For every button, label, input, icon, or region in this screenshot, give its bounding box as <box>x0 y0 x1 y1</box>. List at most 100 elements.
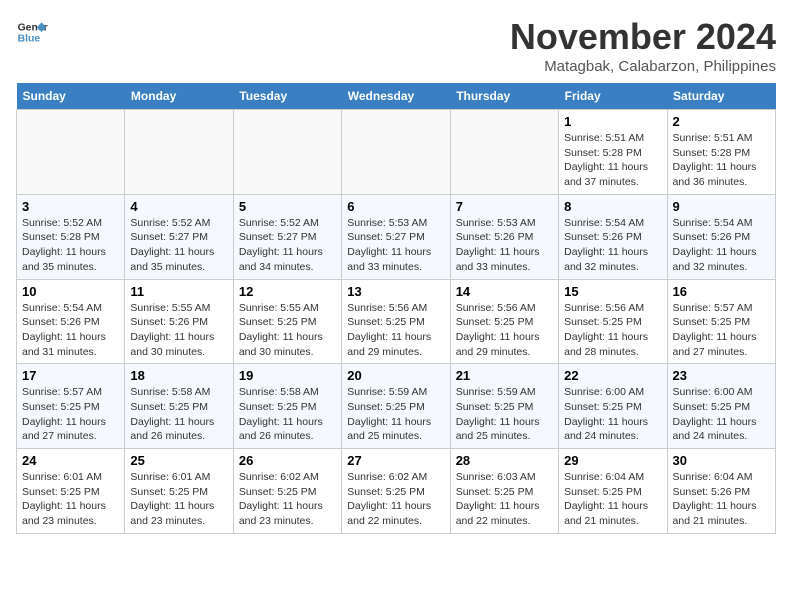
calendar-cell: 7 Sunrise: 5:53 AM Sunset: 5:26 PM Daylig… <box>450 194 558 279</box>
day-number: 17 <box>22 368 119 383</box>
day-info: Sunrise: 6:03 AM Sunset: 5:25 PM Dayligh… <box>456 470 553 529</box>
calendar-cell: 9 Sunrise: 5:54 AM Sunset: 5:26 PM Daylig… <box>667 194 775 279</box>
day-info: Sunrise: 6:01 AM Sunset: 5:25 PM Dayligh… <box>130 470 227 529</box>
calendar-table: SundayMondayTuesdayWednesdayThursdayFrid… <box>16 83 776 534</box>
day-number: 3 <box>22 199 119 214</box>
day-info: Sunrise: 5:53 AM Sunset: 5:27 PM Dayligh… <box>347 216 444 275</box>
weekday-header-row: SundayMondayTuesdayWednesdayThursdayFrid… <box>17 83 776 110</box>
calendar-cell: 11 Sunrise: 5:55 AM Sunset: 5:26 PM Dayli… <box>125 279 233 364</box>
day-number: 23 <box>673 368 770 383</box>
day-number: 28 <box>456 453 553 468</box>
logo-icon: General Blue <box>16 16 48 48</box>
day-number: 10 <box>22 284 119 299</box>
calendar-week-2: 10 Sunrise: 5:54 AM Sunset: 5:26 PM Dayli… <box>17 279 776 364</box>
day-info: Sunrise: 5:58 AM Sunset: 5:25 PM Dayligh… <box>130 385 227 444</box>
day-number: 16 <box>673 284 770 299</box>
calendar-cell: 29 Sunrise: 6:04 AM Sunset: 5:25 PM Dayli… <box>559 449 667 534</box>
day-number: 14 <box>456 284 553 299</box>
day-number: 30 <box>673 453 770 468</box>
day-info: Sunrise: 6:00 AM Sunset: 5:25 PM Dayligh… <box>564 385 661 444</box>
title-block: November 2024 Matagbak, Calabarzon, Phil… <box>510 16 776 75</box>
calendar-cell: 14 Sunrise: 5:56 AM Sunset: 5:25 PM Dayli… <box>450 279 558 364</box>
calendar-cell: 13Sunrise: 5:56 AM Sunset: 5:25 PM Dayli… <box>342 279 450 364</box>
calendar-cell: 6 Sunrise: 5:53 AM Sunset: 5:27 PM Daylig… <box>342 194 450 279</box>
day-info: Sunrise: 5:56 AM Sunset: 5:25 PM Dayligh… <box>456 301 553 360</box>
calendar-week-4: 24 Sunrise: 6:01 AM Sunset: 5:25 PM Dayli… <box>17 449 776 534</box>
calendar-cell: 21 Sunrise: 5:59 AM Sunset: 5:25 PM Dayli… <box>450 364 558 449</box>
day-info: Sunrise: 6:04 AM Sunset: 5:25 PM Dayligh… <box>564 470 661 529</box>
day-info: Sunrise: 5:58 AM Sunset: 5:25 PM Dayligh… <box>239 385 336 444</box>
day-number: 25 <box>130 453 227 468</box>
day-info: Sunrise: 6:04 AM Sunset: 5:26 PM Dayligh… <box>673 470 770 529</box>
day-number: 15 <box>564 284 661 299</box>
day-number: 21 <box>456 368 553 383</box>
calendar-cell <box>17 110 125 195</box>
day-info: Sunrise: 5:59 AM Sunset: 5:25 PM Dayligh… <box>456 385 553 444</box>
day-info: Sunrise: 5:55 AM Sunset: 5:25 PM Dayligh… <box>239 301 336 360</box>
calendar-cell: 20 Sunrise: 5:59 AM Sunset: 5:25 PM Dayli… <box>342 364 450 449</box>
day-number: 8 <box>564 199 661 214</box>
day-number: 12 <box>239 284 336 299</box>
day-info: Sunrise: 5:57 AM Sunset: 5:25 PM Dayligh… <box>22 385 119 444</box>
day-number: 22 <box>564 368 661 383</box>
location: Matagbak, Calabarzon, Philippines <box>510 58 776 75</box>
day-number: 9 <box>673 199 770 214</box>
day-number: 20 <box>347 368 444 383</box>
day-info: Sunrise: 5:52 AM Sunset: 5:27 PM Dayligh… <box>130 216 227 275</box>
day-number: 7 <box>456 199 553 214</box>
day-info: Sunrise: 5:56 AM Sunset: 5:25 PM Dayligh… <box>564 301 661 360</box>
calendar-cell: 26 Sunrise: 6:02 AM Sunset: 5:25 PM Dayli… <box>233 449 341 534</box>
day-number: 27 <box>347 453 444 468</box>
calendar-cell: 10 Sunrise: 5:54 AM Sunset: 5:26 PM Dayli… <box>17 279 125 364</box>
calendar-week-3: 17 Sunrise: 5:57 AM Sunset: 5:25 PM Dayli… <box>17 364 776 449</box>
calendar-cell: 3 Sunrise: 5:52 AM Sunset: 5:28 PM Daylig… <box>17 194 125 279</box>
calendar-cell <box>125 110 233 195</box>
calendar-cell: 5 Sunrise: 5:52 AM Sunset: 5:27 PM Daylig… <box>233 194 341 279</box>
day-info: Sunrise: 5:52 AM Sunset: 5:27 PM Dayligh… <box>239 216 336 275</box>
day-number: 24 <box>22 453 119 468</box>
weekday-header-wednesday: Wednesday <box>342 83 450 110</box>
calendar-cell: 15 Sunrise: 5:56 AM Sunset: 5:25 PM Dayli… <box>559 279 667 364</box>
calendar-cell: 19Sunrise: 5:58 AM Sunset: 5:25 PM Dayli… <box>233 364 341 449</box>
calendar-cell: 16Sunrise: 5:57 AM Sunset: 5:25 PM Dayli… <box>667 279 775 364</box>
weekday-header-saturday: Saturday <box>667 83 775 110</box>
day-info: Sunrise: 5:56 AM Sunset: 5:25 PM Dayligh… <box>347 301 444 360</box>
calendar-cell: 4Sunrise: 5:52 AM Sunset: 5:27 PM Daylig… <box>125 194 233 279</box>
day-info: Sunrise: 5:55 AM Sunset: 5:26 PM Dayligh… <box>130 301 227 360</box>
calendar-cell <box>342 110 450 195</box>
calendar-cell: 12 Sunrise: 5:55 AM Sunset: 5:25 PM Dayli… <box>233 279 341 364</box>
calendar-cell: 28 Sunrise: 6:03 AM Sunset: 5:25 PM Dayli… <box>450 449 558 534</box>
calendar-cell: 23 Sunrise: 6:00 AM Sunset: 5:25 PM Dayli… <box>667 364 775 449</box>
day-info: Sunrise: 6:02 AM Sunset: 5:25 PM Dayligh… <box>347 470 444 529</box>
calendar-cell: 22 Sunrise: 6:00 AM Sunset: 5:25 PM Dayli… <box>559 364 667 449</box>
calendar-cell: 8Sunrise: 5:54 AM Sunset: 5:26 PM Daylig… <box>559 194 667 279</box>
calendar-cell: 30 Sunrise: 6:04 AM Sunset: 5:26 PM Dayli… <box>667 449 775 534</box>
day-info: Sunrise: 6:01 AM Sunset: 5:25 PM Dayligh… <box>22 470 119 529</box>
weekday-header-monday: Monday <box>125 83 233 110</box>
logo: General Blue <box>16 16 48 48</box>
weekday-header-tuesday: Tuesday <box>233 83 341 110</box>
page-header: General Blue November 2024 Matagbak, Cal… <box>16 16 776 75</box>
day-number: 29 <box>564 453 661 468</box>
calendar-cell: 2Sunrise: 5:51 AM Sunset: 5:28 PM Daylig… <box>667 110 775 195</box>
day-number: 26 <box>239 453 336 468</box>
month-title: November 2024 <box>510 16 776 58</box>
day-number: 5 <box>239 199 336 214</box>
day-info: Sunrise: 5:59 AM Sunset: 5:25 PM Dayligh… <box>347 385 444 444</box>
calendar-body: 1Sunrise: 5:51 AM Sunset: 5:28 PM Daylig… <box>17 110 776 534</box>
calendar-cell: 1Sunrise: 5:51 AM Sunset: 5:28 PM Daylig… <box>559 110 667 195</box>
day-number: 6 <box>347 199 444 214</box>
day-info: Sunrise: 5:53 AM Sunset: 5:26 PM Dayligh… <box>456 216 553 275</box>
day-info: Sunrise: 5:52 AM Sunset: 5:28 PM Dayligh… <box>22 216 119 275</box>
day-info: Sunrise: 5:54 AM Sunset: 5:26 PM Dayligh… <box>673 216 770 275</box>
weekday-header-thursday: Thursday <box>450 83 558 110</box>
weekday-header-friday: Friday <box>559 83 667 110</box>
day-number: 11 <box>130 284 227 299</box>
calendar-cell <box>450 110 558 195</box>
svg-text:Blue: Blue <box>18 34 41 45</box>
day-info: Sunrise: 6:02 AM Sunset: 5:25 PM Dayligh… <box>239 470 336 529</box>
day-info: Sunrise: 6:00 AM Sunset: 5:25 PM Dayligh… <box>673 385 770 444</box>
day-info: Sunrise: 5:54 AM Sunset: 5:26 PM Dayligh… <box>22 301 119 360</box>
day-number: 18 <box>130 368 227 383</box>
day-number: 2 <box>673 114 770 129</box>
